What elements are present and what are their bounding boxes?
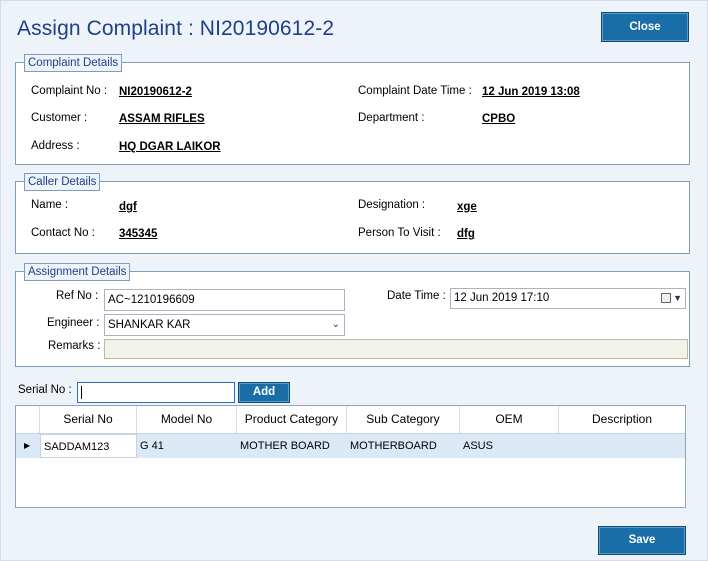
- add-button[interactable]: Add: [238, 382, 290, 403]
- grid-cell-model-no[interactable]: G 41: [137, 434, 237, 458]
- assignment-details-group: Assignment Details Ref No : AC~121019660…: [15, 263, 690, 367]
- serial-no-label: Serial No :: [18, 384, 72, 396]
- text-caret: [81, 386, 82, 399]
- grid-header-oem[interactable]: OEM: [460, 406, 559, 433]
- designation-label: Designation :: [358, 199, 426, 211]
- close-button[interactable]: Close: [601, 12, 689, 42]
- complaint-no-label: Complaint No :: [31, 85, 108, 97]
- complaint-datetime-value: 12 Jun 2019 13:08: [482, 86, 580, 98]
- grid-cell-description[interactable]: [559, 434, 685, 458]
- complaint-datetime-label: Complaint Date Time :: [358, 85, 472, 97]
- name-label: Name :: [31, 199, 69, 211]
- dropdown-arrow-icon[interactable]: ▼: [673, 289, 682, 308]
- grid-header-serial-no[interactable]: Serial No: [40, 406, 137, 433]
- customer-value: ASSAM RIFLES: [119, 113, 205, 125]
- complaint-details-legend: Complaint Details: [24, 54, 123, 72]
- ref-no-input[interactable]: AC~1210196609: [104, 289, 345, 311]
- assignment-details-legend: Assignment Details: [24, 263, 131, 281]
- table-row[interactable]: ▶ SADDAM123 G 41 MOTHER BOARD MOTHERBOAR…: [16, 434, 685, 458]
- engineer-label: Engineer :: [47, 317, 100, 329]
- row-pointer-icon: ▶: [24, 441, 31, 450]
- grid-header-sub-category[interactable]: Sub Category: [347, 406, 460, 433]
- grid-cell-serial-no[interactable]: SADDAM123: [40, 434, 137, 458]
- ref-no-label: Ref No :: [56, 290, 99, 302]
- serial-no-input[interactable]: [77, 382, 235, 403]
- grid-header-row-selector: [16, 406, 40, 433]
- assign-datetime-picker[interactable]: 12 Jun 2019 17:10 ▼: [450, 288, 686, 309]
- remarks-input[interactable]: [104, 339, 688, 359]
- name-value: dgf: [119, 201, 137, 213]
- complaint-no-value: NI20190612-2: [119, 86, 192, 98]
- serial-grid: Serial No Model No Product Category Sub …: [15, 405, 686, 508]
- department-value: CPBO: [482, 113, 516, 125]
- customer-label: Customer :: [31, 112, 88, 124]
- grid-header-description[interactable]: Description: [559, 406, 685, 433]
- assign-datetime-value: 12 Jun 2019 17:10: [454, 292, 550, 304]
- department-label: Department :: [358, 112, 425, 124]
- chevron-down-icon[interactable]: ⌄: [332, 315, 340, 335]
- person-to-visit-label: Person To Visit :: [358, 227, 441, 239]
- grid-header: Serial No Model No Product Category Sub …: [16, 406, 685, 434]
- calendar-icon[interactable]: [661, 293, 671, 303]
- save-button[interactable]: Save: [598, 526, 686, 555]
- address-label: Address :: [31, 140, 80, 152]
- grid-cell-oem[interactable]: ASUS: [460, 434, 559, 458]
- caller-details-legend: Caller Details: [24, 173, 101, 191]
- address-value: HQ DGAR LAIKOR: [119, 141, 221, 153]
- dialog-title: Assign Complaint : NI20190612-2: [17, 17, 335, 40]
- contact-value: 345345: [119, 228, 158, 240]
- grid-cell-sub-category[interactable]: MOTHERBOARD: [347, 434, 460, 458]
- assign-complaint-dialog: Assign Complaint : NI20190612-2 Close Co…: [0, 0, 708, 561]
- person-to-visit-value: dfg: [457, 228, 475, 240]
- assign-datetime-label: Date Time :: [387, 290, 446, 302]
- engineer-select[interactable]: SHANKAR KAR ⌄: [104, 314, 345, 336]
- engineer-select-value: SHANKAR KAR: [108, 319, 191, 331]
- contact-label: Contact No :: [31, 227, 95, 239]
- remarks-label: Remarks :: [48, 340, 101, 352]
- grid-header-model-no[interactable]: Model No: [137, 406, 237, 433]
- designation-value: xge: [457, 201, 477, 213]
- grid-cell-product-category[interactable]: MOTHER BOARD: [237, 434, 347, 458]
- complaint-details-group: Complaint Details Complaint No : NI20190…: [15, 54, 690, 165]
- grid-header-product-category[interactable]: Product Category: [237, 406, 347, 433]
- caller-details-group: Caller Details Name : dgf Contact No : 3…: [15, 173, 690, 254]
